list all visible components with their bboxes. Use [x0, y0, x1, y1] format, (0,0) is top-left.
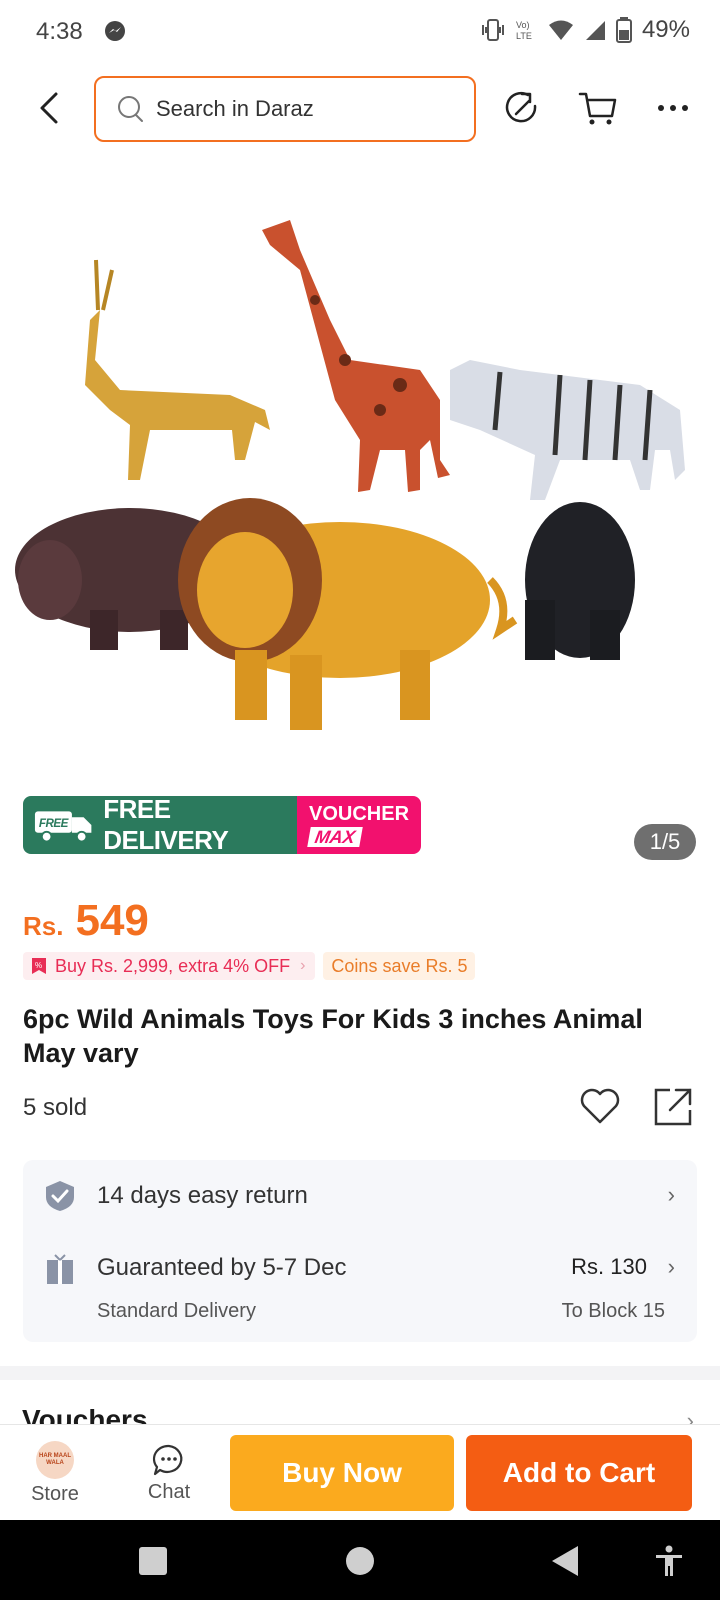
free-delivery-label: FREE DELIVERY: [103, 796, 229, 854]
bear-toy: [525, 502, 635, 660]
chat-button[interactable]: Chat: [124, 1425, 214, 1521]
store-label: Store: [31, 1482, 79, 1505]
free-delivery-voucher-badge: FREE FREE DELIVERY VOUCHER MAX: [23, 796, 421, 854]
bottom-action-bar: HAR MAAL WALA Store Chat Buy Now Add to …: [0, 1424, 720, 1520]
delivery-type-text: Standard Delivery: [97, 1300, 256, 1322]
coins-chip[interactable]: Coins save Rs. 5: [323, 952, 476, 980]
cart-icon[interactable]: [578, 88, 618, 128]
voucher-label: VOUCHER: [309, 802, 410, 825]
chat-label: Chat: [147, 1480, 191, 1503]
lion-toy: [178, 498, 518, 730]
bundle-promo-chip[interactable]: % Buy Rs. 2,999, extra 4% OFF ›: [23, 952, 316, 980]
messenger-icon: [105, 21, 125, 41]
antelope-toy: [85, 259, 270, 480]
rotate-icon[interactable]: [502, 88, 542, 128]
chevron-right-icon: ›: [667, 1182, 675, 1207]
accessibility-icon[interactable]: [652, 1544, 686, 1578]
package-icon: [47, 1254, 73, 1284]
delivery-destination: To Block 15: [561, 1300, 665, 1322]
battery-percent: 49%: [641, 16, 690, 43]
vibrate-icon: [481, 19, 504, 41]
battery-icon: [615, 17, 632, 43]
store-button[interactable]: HAR MAAL WALA Store: [10, 1425, 100, 1521]
back-arrow-icon[interactable]: [30, 88, 70, 128]
price-currency: Rs.: [23, 911, 64, 941]
bundle-promo-text: Buy Rs. 2,999, extra 4% OFF: [55, 955, 291, 976]
signal-icon: [585, 21, 605, 40]
chevron-right-icon: ›: [300, 957, 306, 974]
product-title: 6pc Wild Animals Toys For Kids 3 inches …: [23, 1004, 643, 1068]
discount-tag-icon: %: [32, 958, 46, 974]
svg-text:LTE: LTE: [516, 31, 532, 41]
delivery-row[interactable]: Guaranteed by 5-7 Dec Standard Delivery …: [23, 1232, 697, 1342]
status-bar: 4:38 Vo) LTE 49%: [0, 0, 720, 64]
max-label: MAX: [307, 826, 363, 847]
free-small-label: FREE: [39, 817, 70, 830]
shield-check-icon: [46, 1181, 74, 1211]
heart-icon[interactable]: [578, 1086, 622, 1126]
recents-icon[interactable]: [136, 1544, 170, 1578]
back-nav-icon[interactable]: [548, 1544, 582, 1578]
search-placeholder: Search in Daraz: [156, 96, 314, 121]
search-input[interactable]: Search in Daraz: [94, 76, 476, 142]
status-time: 4:38: [36, 18, 83, 45]
share-icon[interactable]: [652, 1086, 694, 1128]
return-policy-row[interactable]: 14 days easy return ›: [23, 1160, 697, 1232]
chevron-right-icon: ›: [667, 1254, 675, 1279]
image-counter: 1/5: [634, 824, 696, 860]
store-logo: HAR MAAL WALA: [36, 1440, 74, 1479]
top-header: Search in Daraz: [0, 74, 720, 144]
return-policy-text: 14 days easy return: [97, 1182, 308, 1209]
service-card: 14 days easy return › Guaranteed by 5-7 …: [23, 1160, 697, 1342]
promo-row: % Buy Rs. 2,999, extra 4% OFF › Coins sa…: [23, 952, 476, 980]
truck-icon: FREE: [34, 811, 92, 843]
price-amount: 549: [75, 896, 149, 945]
chat-icon: [152, 1444, 183, 1475]
buy-now-button[interactable]: Buy Now: [230, 1435, 454, 1511]
wifi-icon: [548, 20, 573, 40]
free-delivery-badge: FREE FREE DELIVERY: [23, 796, 297, 854]
svg-text:Vo): Vo): [516, 20, 530, 30]
section-divider: [0, 1366, 720, 1380]
sold-count: 5 sold: [23, 1094, 88, 1121]
home-icon[interactable]: [343, 1544, 377, 1578]
svg-text:%: %: [35, 961, 42, 970]
delivery-guarantee-text: Guaranteed by 5-7 Dec: [97, 1254, 347, 1281]
giraffe-toy: [262, 220, 450, 492]
volte-icon: Vo) LTE: [516, 20, 532, 41]
android-nav-bar: [0, 1520, 720, 1600]
zebra-toy: [450, 360, 685, 500]
status-right: Vo) LTE 49%: [480, 16, 690, 44]
add-to-cart-button[interactable]: Add to Cart: [466, 1435, 692, 1511]
product-price: Rs. 549: [23, 896, 149, 946]
product-image[interactable]: [0, 160, 720, 780]
delivery-fee: Rs. 130: [571, 1254, 647, 1279]
more-icon[interactable]: [654, 88, 694, 128]
search-icon: [118, 96, 143, 122]
voucher-max-badge: VOUCHER MAX: [297, 796, 421, 854]
